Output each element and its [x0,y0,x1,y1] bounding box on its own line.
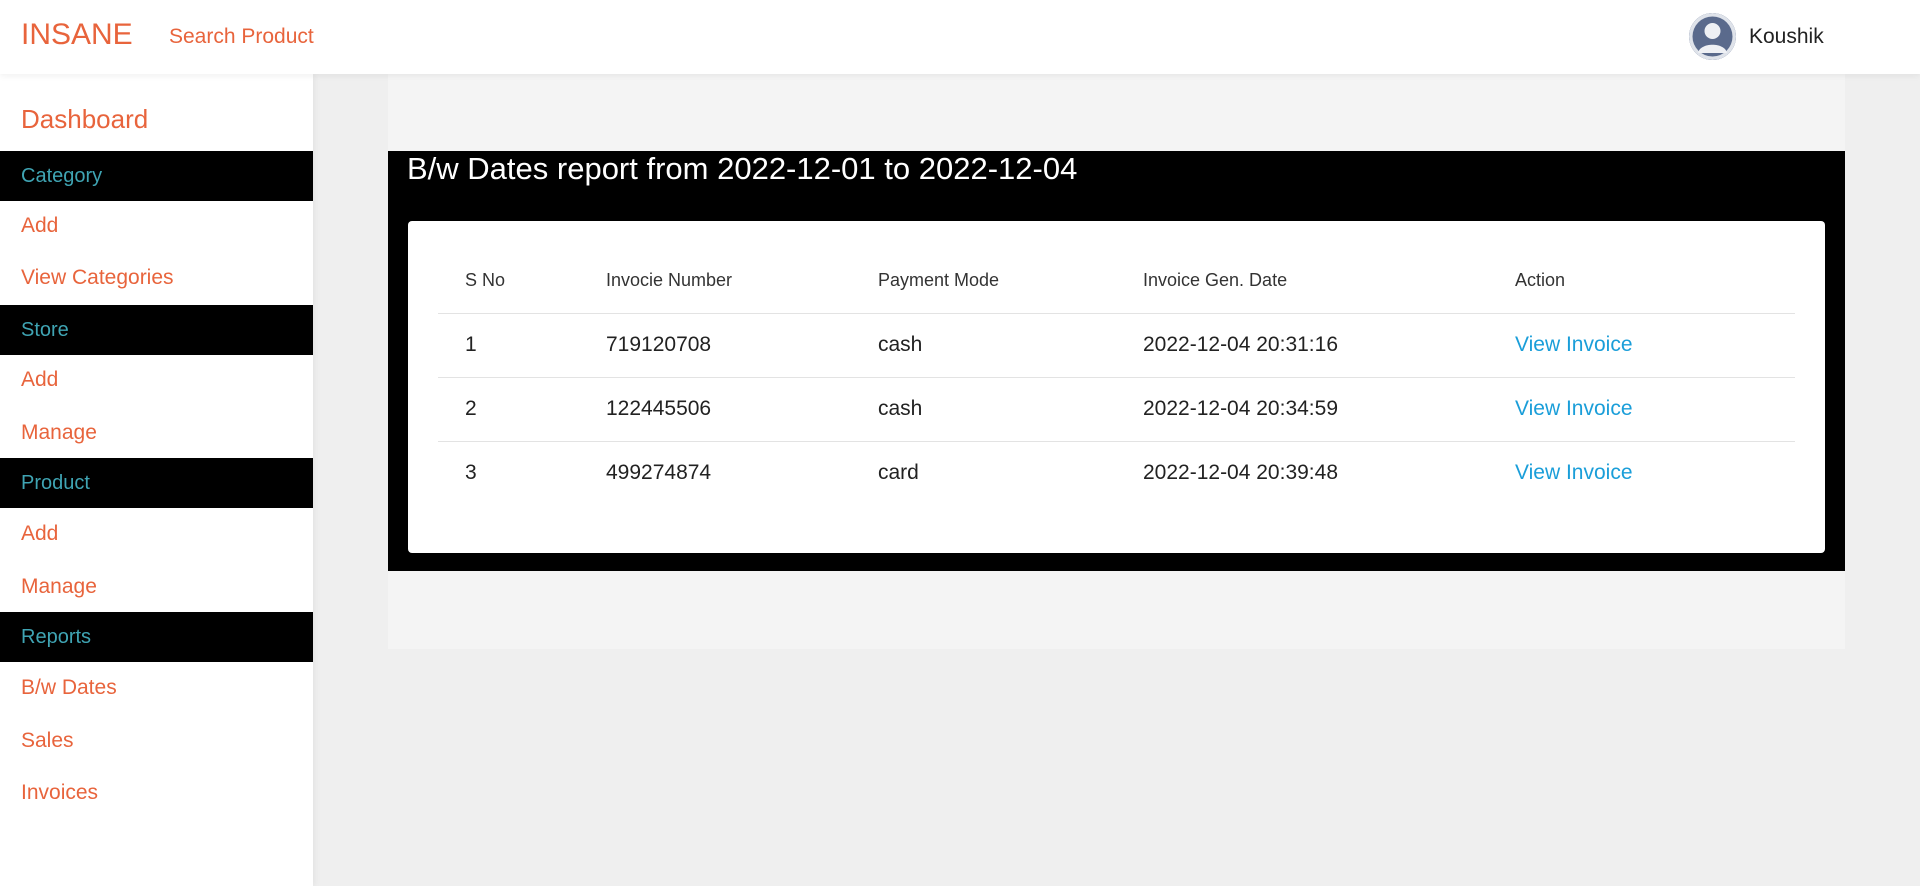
brand-logo[interactable]: INSANE [21,18,133,52]
table-row: 1 719120708 cash 2022-12-04 20:31:16 Vie… [438,313,1795,378]
cell-sno: 2 [438,377,579,442]
table-header-row: S No Invocie Number Payment Mode Invoice… [438,249,1795,314]
cell-payment-mode: card [878,461,919,485]
sidebar-item-bw-dates[interactable]: B/w Dates [21,676,117,700]
column-header-sno: S No [438,249,579,314]
cell-invoice-number: 122445506 [579,377,851,442]
sidebar-section-store: Store [0,305,313,355]
view-invoice-link[interactable]: View Invoice [1515,333,1633,356]
user-menu[interactable]: Koushik [1689,13,1824,60]
cell-invoice-number: 719120708 [579,313,851,378]
top-navbar: INSANE Search Product Koushik [0,0,1920,74]
search-product-link[interactable]: Search Product [169,25,314,49]
column-header-invoice-date: Invoice Gen. Date [1116,249,1488,314]
report-card: S No Invocie Number Payment Mode Invoice… [408,221,1825,553]
sidebar-section-reports: Reports [0,612,313,662]
sidebar-item-product-add[interactable]: Add [21,522,58,546]
sidebar-dashboard-link[interactable]: Dashboard [21,104,148,135]
column-header-payment-mode: Payment Mode [851,249,1116,314]
cell-invoice-date: 2022-12-04 20:34:59 [1116,377,1488,442]
cell-invoice-number: 499274874 [606,461,712,485]
invoice-table: S No Invocie Number Payment Mode Invoice… [438,249,1795,505]
sidebar-item-sales[interactable]: Sales [21,729,74,753]
cell-sno: 1 [438,313,579,378]
sidebar-item-store-manage[interactable]: Manage [21,421,97,445]
cell-sno: 3 [465,461,477,485]
view-invoice-link[interactable]: View Invoice [1515,397,1633,420]
column-header-invoice-number: Invocie Number [579,249,851,314]
view-invoice-link[interactable]: View Invoice [1515,461,1633,484]
sidebar-item-store-add[interactable]: Add [21,368,58,392]
table-row: 3 499274874 card 2022-12-04 20:39:48 Vie… [438,441,1795,505]
sidebar-item-view-categories[interactable]: View Categories [21,266,174,290]
column-header-action: Action [1488,249,1795,314]
sidebar-item-product-manage[interactable]: Manage [21,575,97,599]
report-container: B/w Dates report from 2022-12-01 to 2022… [388,151,1845,571]
sidebar-section-product: Product [0,458,313,508]
table-row: 2 122445506 cash 2022-12-04 20:34:59 Vie… [438,377,1795,442]
sidebar-section-category: Category [0,151,313,201]
cell-invoice-date: 2022-12-04 20:39:48 [1143,461,1338,485]
sidebar-item-invoices[interactable]: Invoices [21,781,98,805]
cell-invoice-date: 2022-12-04 20:31:16 [1116,313,1488,378]
page-title: B/w Dates report from 2022-12-01 to 2022… [407,151,1078,186]
sidebar: Dashboard Category Add View Categories S… [0,74,313,886]
user-name: Koushik [1749,24,1824,48]
cell-payment-mode: cash [851,377,1116,442]
cell-payment-mode: cash [851,313,1116,378]
sidebar-item-category-add[interactable]: Add [21,214,58,238]
user-avatar-icon [1689,13,1736,60]
